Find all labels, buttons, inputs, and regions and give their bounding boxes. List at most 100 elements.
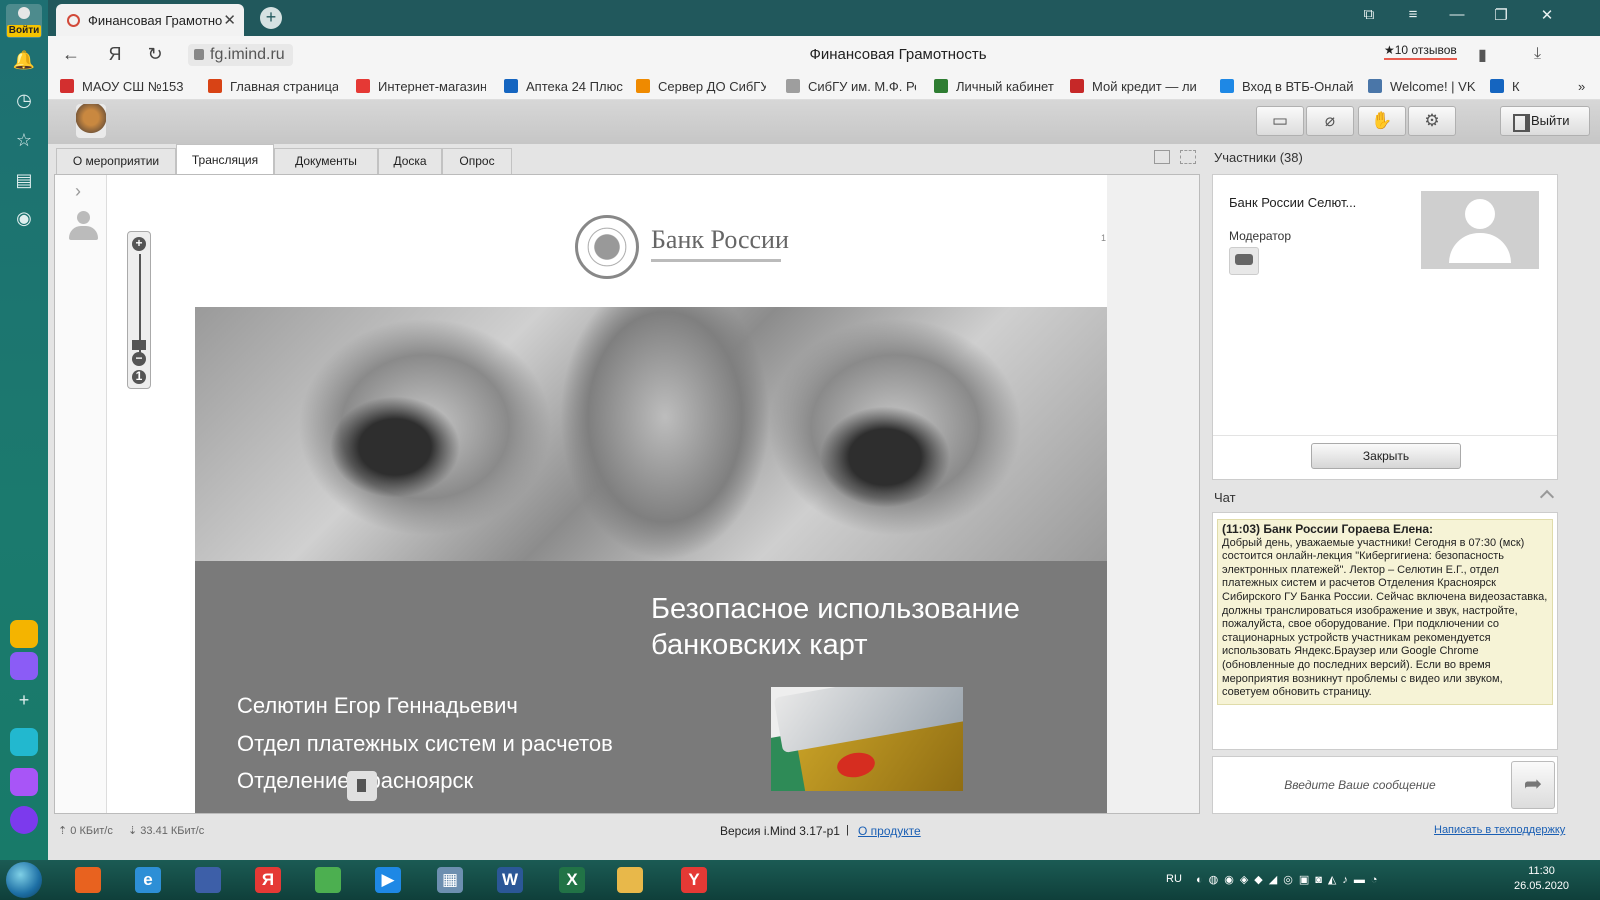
zoom-handle[interactable]: [132, 340, 146, 350]
bookmark-item[interactable]: Сервер ДО СибГУ: [636, 79, 766, 94]
star-icon[interactable]: ☆: [12, 128, 36, 152]
yandex-icon: Я: [255, 867, 281, 893]
taskbar-internet-explorer[interactable]: e: [122, 863, 174, 897]
site-favicon: [67, 14, 80, 27]
stage-side-column: ›: [55, 175, 107, 813]
taskbar-explorer[interactable]: [604, 863, 656, 897]
media-player-icon: ▶: [375, 867, 401, 893]
tab-about[interactable]: О мероприятии: [56, 148, 176, 174]
tab-broadcast[interactable]: Трансляция: [176, 144, 274, 174]
slide-header: Банк России 1: [195, 181, 1107, 307]
bookmark-icon[interactable]: ▮: [1478, 45, 1487, 65]
zoom-out-icon[interactable]: −: [132, 352, 146, 366]
login-avatar[interactable]: Войти: [6, 4, 42, 38]
new-tab-button[interactable]: +: [260, 7, 282, 29]
alice-icon[interactable]: [10, 768, 38, 796]
menu-icon[interactable]: ≡: [1398, 6, 1428, 23]
taskbar-yandex-browser[interactable]: Y: [668, 863, 720, 897]
zoom-slider[interactable]: + − 1: [127, 231, 151, 389]
language-indicator[interactable]: RU: [1166, 873, 1182, 885]
bookmark-item[interactable]: Интернет-магазин: [356, 79, 486, 94]
tab-close-icon[interactable]: ✕: [223, 11, 236, 29]
window-mode-icon[interactable]: [1154, 150, 1170, 164]
tab-poll[interactable]: Опрос: [442, 148, 512, 174]
bookmark-item[interactable]: Аптека 24 Плюс: [504, 79, 624, 94]
yandex-icon[interactable]: Я: [104, 44, 126, 65]
tabs-overview-icon[interactable]: ⧉: [1354, 6, 1384, 23]
calculator-icon: ▦: [437, 867, 463, 893]
slide-bookmark-icon[interactable]: [347, 771, 377, 801]
bookmark-item[interactable]: Кс: [1490, 79, 1520, 94]
bookmark-favicon-icon: [1490, 79, 1504, 93]
chat-input-row: ➦: [1212, 756, 1558, 814]
bookmark-item[interactable]: Welcome! | VK: [1368, 79, 1478, 94]
reload-icon[interactable]: ↻: [144, 44, 166, 65]
minimize-icon[interactable]: —: [1442, 6, 1472, 23]
chevron-right-icon[interactable]: ›: [75, 181, 81, 202]
upload-speed: ⇡ 0 КБит/с: [58, 825, 113, 837]
window-close-icon[interactable]: ✕: [1532, 6, 1562, 24]
messenger-icon[interactable]: [10, 652, 38, 680]
bookmark-item[interactable]: Главная страница: [208, 79, 338, 94]
taskbar-chrome[interactable]: [302, 863, 354, 897]
word-icon: W: [497, 867, 523, 893]
url-field[interactable]: fg.imind.ru: [188, 44, 293, 66]
back-icon[interactable]: ←: [60, 44, 82, 65]
system-tray-icons[interactable]: ◐◍◉◈◆◢◎▣◙◭♪▬◔: [1196, 873, 1383, 886]
taskbar-firefox[interactable]: [62, 863, 114, 897]
start-button[interactable]: [6, 862, 42, 898]
taskbar-yandex[interactable]: Я: [242, 863, 294, 897]
support-link[interactable]: Написать в техподдержку: [1434, 824, 1565, 836]
user-icon: [67, 211, 99, 243]
zoom-in-icon[interactable]: +: [132, 237, 146, 251]
send-icon[interactable]: ➦: [1511, 761, 1555, 809]
taskbar-calculator[interactable]: ▦: [424, 863, 476, 897]
bookmark-item[interactable]: СибГУ им. М.Ф. Ре: [786, 79, 916, 94]
chevron-up-icon[interactable]: [1539, 489, 1555, 505]
internet-explorer-icon: e: [135, 867, 161, 893]
bookmark-item[interactable]: МАОУ СШ №153: [60, 79, 190, 94]
clock-date: 26.05.2020: [1514, 880, 1570, 892]
bookmark-item[interactable]: Мой кредит — ли: [1070, 79, 1204, 94]
excel-icon: X: [559, 867, 585, 893]
bookmark-favicon-icon: [356, 79, 370, 93]
mail-icon[interactable]: [10, 620, 38, 648]
reviews-badge[interactable]: ★10 отзывов: [1384, 43, 1457, 60]
private-chat-icon[interactable]: [1229, 247, 1259, 275]
bookmark-item[interactable]: Вход в ВТБ-Онлай: [1220, 79, 1354, 94]
tab-documents[interactable]: Документы: [274, 148, 378, 174]
fullscreen-icon[interactable]: [1180, 150, 1196, 164]
video-icon[interactable]: ◉: [12, 206, 36, 230]
clock[interactable]: 11:30 26.05.2020: [1514, 864, 1569, 894]
tab-board[interactable]: Доска: [378, 148, 442, 174]
mic-off-icon[interactable]: ⌀: [1306, 106, 1354, 136]
about-link[interactable]: О продукте: [858, 824, 921, 838]
taskbar-word[interactable]: W: [484, 863, 536, 897]
maximize-icon[interactable]: ❐: [1486, 6, 1516, 24]
gear-icon[interactable]: ⚙: [1408, 106, 1456, 136]
camera-off-icon[interactable]: ▭: [1256, 106, 1304, 136]
taskbar-excel[interactable]: X: [546, 863, 598, 897]
bookmarks-more-icon[interactable]: »: [1578, 79, 1585, 94]
alice-voice-icon[interactable]: [10, 806, 38, 834]
exit-button[interactable]: Выйти: [1500, 106, 1590, 136]
close-button[interactable]: Закрыть: [1311, 443, 1461, 469]
bookmark-item[interactable]: Личный кабинет: [934, 79, 1060, 94]
history-icon[interactable]: ◷: [12, 88, 36, 112]
lion-sculpture-photo: [195, 307, 1107, 561]
add-icon[interactable]: +: [12, 688, 36, 712]
bookmark-favicon-icon: [504, 79, 518, 93]
tab-active[interactable]: Финансовая Грамотность ✕: [56, 4, 244, 36]
telegram-icon[interactable]: [10, 728, 38, 756]
zoom-reset-icon[interactable]: 1: [132, 370, 146, 384]
download-icon[interactable]: ⤓: [1534, 45, 1541, 63]
zen-icon[interactable]: ▤: [12, 168, 36, 192]
bookmark-label: Welcome! | VK: [1390, 79, 1476, 94]
taskbar-floppy[interactable]: [182, 863, 234, 897]
bell-icon[interactable]: 🔔: [12, 48, 36, 72]
chat-input[interactable]: [1215, 759, 1505, 811]
taskbar-media-player[interactable]: ▶: [362, 863, 414, 897]
url-text: fg.imind.ru: [210, 46, 285, 63]
raise-hand-icon[interactable]: ✋: [1358, 106, 1406, 136]
bank-subtitle-line: [651, 259, 781, 262]
